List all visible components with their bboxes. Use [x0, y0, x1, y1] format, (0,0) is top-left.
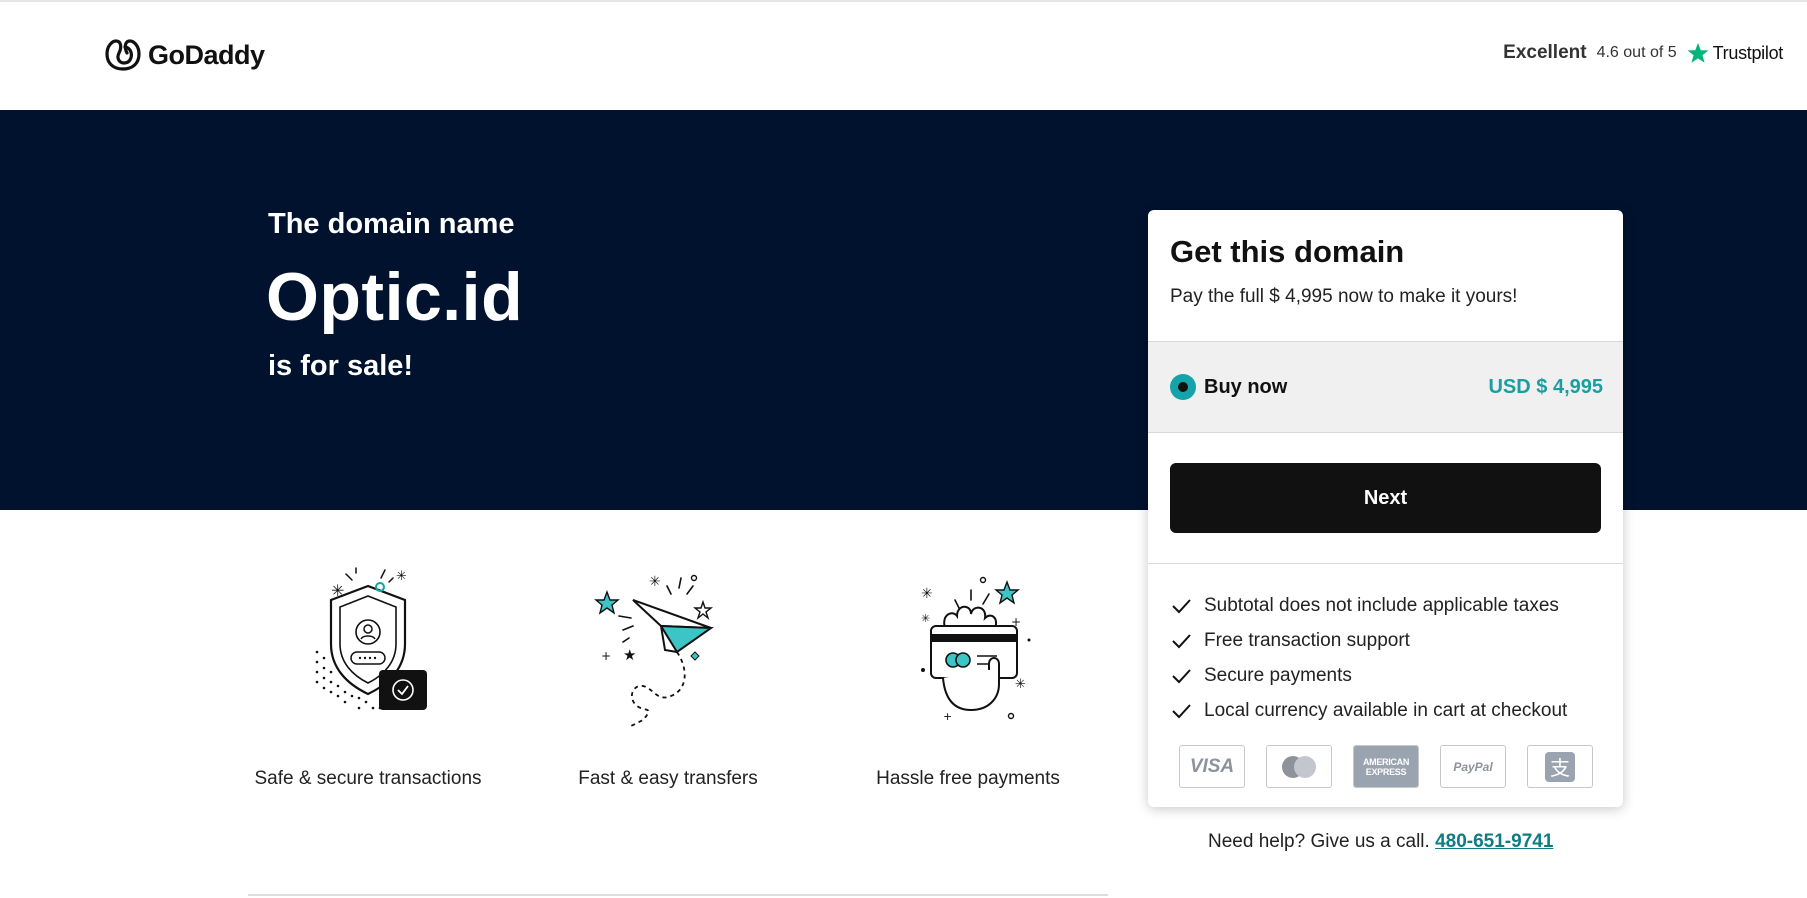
checkmark-icon	[1172, 633, 1191, 648]
help-text: Need help? Give us a call.	[1208, 831, 1430, 852]
feature-fast-transfers: ✳ ★ + Fast & easy transfers	[548, 560, 788, 794]
phone-link[interactable]: 480-651-9741	[1435, 831, 1553, 852]
shield-icon: ✳ ✳	[315, 567, 427, 710]
card-title: Get this domain	[1170, 234, 1405, 269]
star-icon	[1687, 42, 1709, 63]
hero-post-text: is for sale!	[268, 350, 414, 382]
buy-now-radio[interactable]	[1170, 374, 1196, 400]
svg-text:✳: ✳	[649, 574, 661, 590]
domain-name: Optic.id	[266, 259, 524, 335]
svg-text:★: ★	[623, 646, 636, 664]
card-separator	[1148, 563, 1623, 564]
feature-hassle-free: ✳ ✳ + ✳ + Hassle free payments	[848, 560, 1088, 794]
benefit-text: Local currency available in cart at chec…	[1204, 699, 1568, 721]
svg-text:✳: ✳	[921, 612, 930, 625]
logo-text: GoDaddy	[148, 39, 265, 70]
alipay-icon: 支	[1527, 745, 1593, 788]
benefit-text: Free transaction support	[1204, 629, 1410, 651]
checkmark-icon	[1172, 598, 1191, 613]
trustpilot-widget[interactable]: Excellent 4.6 out of 5 Trustpilot	[1503, 42, 1783, 64]
feature-label: Fast & easy transfers	[578, 768, 758, 789]
buy-now-label: Buy now	[1204, 376, 1288, 398]
visa-label: VISA	[1189, 755, 1235, 777]
benefit-item: Subtotal does not include applicable tax…	[1170, 588, 1567, 623]
amex-card-icon: AMERICAN EXPRESS	[1353, 745, 1419, 788]
svg-text:✳: ✳	[396, 569, 407, 584]
godaddy-logo[interactable]: GoDaddy	[104, 38, 265, 72]
trustpilot-score: 4.6 out of 5	[1596, 44, 1677, 61]
feature-label: Safe & secure transactions	[254, 768, 482, 789]
next-button[interactable]: Next	[1170, 463, 1601, 533]
svg-text:+: +	[601, 649, 611, 663]
paypal-label: PayPal	[1453, 759, 1493, 774]
benefit-text: Subtotal does not include applicable tax…	[1204, 594, 1559, 616]
features-section: ✳ ✳ Safe & secure transactions ✳ ★ + Fas…	[248, 560, 1108, 860]
benefit-text: Secure payments	[1204, 664, 1352, 686]
buy-now-price: USD $ 4,995	[1488, 376, 1603, 398]
site-header: GoDaddy Excellent 4.6 out of 5 Trustpilo…	[0, 2, 1807, 110]
payment-methods: VISA AMERICAN EXPRESS PayPal 支	[1179, 745, 1593, 788]
benefit-item: Secure payments	[1170, 658, 1567, 693]
visa-card-icon: VISA	[1179, 745, 1245, 788]
mastercard-circles-icon	[1282, 755, 1316, 778]
benefit-item: Local currency available in cart at chec…	[1170, 693, 1567, 728]
checkmark-icon	[1172, 668, 1191, 683]
section-divider	[248, 894, 1108, 896]
svg-text:✳: ✳	[331, 581, 344, 600]
paper-plane-icon: ✳ ★ +	[594, 574, 714, 727]
benefit-item: Free transaction support	[1170, 623, 1567, 658]
buy-now-option[interactable]: Buy now USD $ 4,995	[1148, 341, 1623, 433]
mastercard-icon	[1266, 745, 1332, 788]
feature-safe-secure: ✳ ✳ Safe & secure transactions	[248, 560, 488, 794]
godaddy-logo-icon	[105, 39, 141, 71]
card-subtitle: Pay the full $ 4,995 now to make it your…	[1170, 286, 1518, 307]
feature-label: Hassle free payments	[876, 768, 1060, 789]
amex-label: AMERICAN EXPRESS	[1354, 746, 1418, 787]
benefits-list: Subtotal does not include applicable tax…	[1170, 588, 1567, 728]
help-line: Need help? Give us a call. 480-651-9741	[1208, 831, 1553, 853]
hand-card-icon: ✳ ✳ + ✳ +	[921, 576, 1031, 723]
svg-text:✳: ✳	[1015, 677, 1026, 692]
svg-text:✳: ✳	[921, 586, 933, 602]
purchase-card: Get this domain Pay the full $ 4,995 now…	[1148, 210, 1623, 807]
alipay-glyph: 支	[1545, 751, 1575, 782]
svg-text:+: +	[943, 710, 952, 723]
trustpilot-brand: Trustpilot	[1687, 42, 1783, 64]
trustpilot-brand-label: Trustpilot	[1712, 42, 1784, 63]
trustpilot-rating-word: Excellent	[1503, 42, 1587, 63]
svg-text:+: +	[1011, 615, 1021, 629]
hero-pre-text: The domain name	[268, 208, 515, 240]
checkmark-icon	[1172, 703, 1191, 718]
paypal-icon: PayPal	[1440, 745, 1506, 788]
